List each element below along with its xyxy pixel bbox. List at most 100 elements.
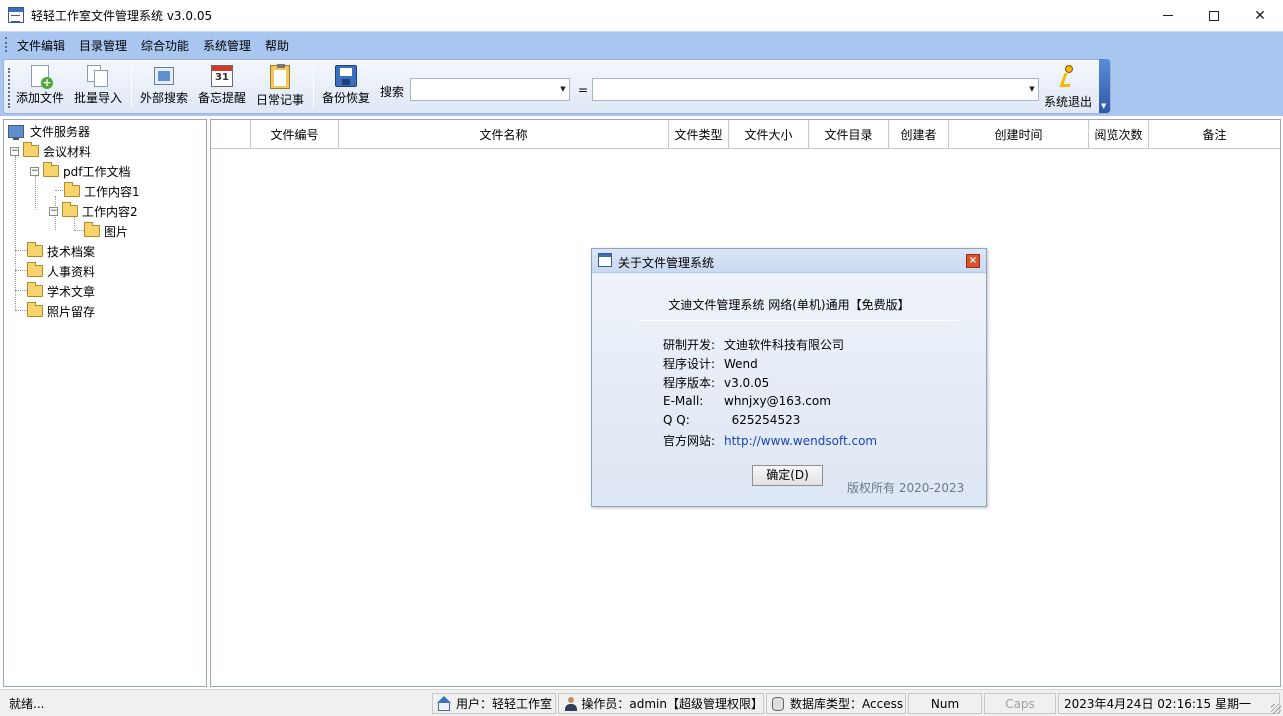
dialog-close-button[interactable]: × (966, 254, 980, 268)
daily-notes-button[interactable]: 日常记事 (253, 63, 307, 111)
folder-icon (23, 142, 39, 157)
column-header-file-name[interactable]: 文件名称 (339, 120, 669, 149)
dialog-app-icon (598, 253, 612, 267)
tree-item[interactable]: 工作内容1 (64, 182, 140, 200)
status-num-lock: Num (908, 693, 982, 714)
database-icon (772, 696, 784, 711)
search-value-input[interactable]: ▼ (592, 78, 1039, 101)
title-bar: 轻轻工作室文件管理系统 v3.0.05 ✕ (0, 0, 1283, 31)
about-dialog: 关于文件管理系统 × 文迪文件管理系统 网络(单机)通用【免费版】 研制开发: 文… (591, 248, 987, 507)
toolbar-separator (313, 66, 314, 108)
tree-item[interactable]: 照片留存 (27, 302, 95, 320)
status-operator: 操作员：admin【超级管理权限】 (558, 693, 764, 714)
home-icon (437, 695, 451, 711)
collapse-icon[interactable]: − (49, 206, 58, 216)
ok-button[interactable]: 确定(D) (752, 465, 823, 486)
collapse-icon[interactable]: − (30, 166, 39, 176)
menu-directory[interactable]: 目录管理 (79, 37, 127, 54)
resize-grip[interactable] (1271, 704, 1281, 714)
column-header-selector[interactable] (211, 120, 251, 149)
tree-item[interactable]: 学术文章 (27, 282, 95, 300)
status-user: 用户：轻轻工作室 (432, 693, 556, 714)
dialog-heading: 文迪文件管理系统 网络(单机)通用【免费版】 (668, 298, 910, 312)
menu-grip[interactable] (5, 37, 8, 52)
info-developer: 研制开发: 文迪软件科技有限公司 (663, 338, 845, 352)
tree-item[interactable]: − pdf工作文档 (30, 162, 130, 180)
menu-file-edit[interactable]: 文件编辑 (17, 37, 65, 54)
folder-icon (62, 202, 78, 217)
folder-icon (43, 162, 59, 177)
batch-import-button[interactable]: 批量导入 (71, 63, 125, 111)
minimize-button[interactable] (1145, 0, 1191, 31)
calendar-icon: 31 (211, 65, 233, 87)
memo-reminder-button[interactable]: 31 备忘提醒 (195, 63, 249, 111)
dialog-title-bar[interactable]: 关于文件管理系统 × (592, 249, 986, 273)
tree-item[interactable]: − 工作内容2 (49, 202, 138, 220)
external-search-button[interactable]: 外部搜索 (137, 63, 191, 111)
overflow-arrow-icon: ▼ (1101, 102, 1107, 110)
column-header-file-size[interactable]: 文件大小 (729, 120, 809, 149)
monitor-icon (8, 124, 24, 140)
folder-icon (84, 222, 100, 237)
copyright-text: 版权所有 2020-2023 (847, 481, 965, 495)
dialog-body: 文迪文件管理系统 网络(单机)通用【免费版】 研制开发: 文迪软件科技有限公司 程… (592, 274, 986, 506)
toolbar: + 添加文件 批量导入 外部搜索 31 备忘提醒 日常记事 备份恢复 搜索 ▼ (3, 59, 1111, 114)
clipboard-icon (270, 64, 290, 89)
backup-restore-button[interactable]: 备份恢复 (319, 63, 373, 111)
status-ready: 就绪... (3, 693, 430, 714)
website-link[interactable]: http://www.wendsoft.com (724, 434, 877, 448)
toolbar-overflow-button[interactable]: ▼ (1099, 59, 1110, 113)
folder-icon (27, 302, 43, 317)
divider (638, 320, 958, 321)
tree-item[interactable]: 技术档案 (27, 242, 95, 260)
column-header-file-directory[interactable]: 文件目录 (809, 120, 889, 149)
column-header-view-count[interactable]: 阅览次数 (1089, 120, 1149, 149)
running-man-icon (1056, 65, 1080, 91)
toolbar-grip[interactable] (8, 68, 11, 108)
tree-item-root[interactable]: 文件服务器 (8, 122, 90, 140)
system-exit-button[interactable]: 系统退出 (1040, 63, 1096, 111)
close-button[interactable]: ✕ (1237, 0, 1283, 31)
add-file-icon: + (31, 65, 53, 89)
user-icon (564, 696, 577, 711)
info-designer: 程序设计: Wend (663, 357, 758, 371)
dropdown-arrow-icon[interactable]: ▼ (557, 79, 569, 100)
tree-item[interactable]: 人事资料 (27, 262, 95, 280)
menu-functions[interactable]: 综合功能 (141, 37, 189, 54)
tree-item[interactable]: 图片 (84, 222, 128, 240)
column-header-notes[interactable]: 备注 (1149, 120, 1280, 149)
column-header-file-type[interactable]: 文件类型 (669, 120, 729, 149)
dialog-title: 关于文件管理系统 (618, 256, 715, 270)
info-qq: Q Q: 625254523 (663, 413, 801, 427)
tree-item[interactable]: − 会议材料 (10, 142, 91, 160)
status-bar: 就绪... 用户：轻轻工作室 操作员：admin【超级管理权限】 数据库类型：A… (0, 689, 1283, 716)
status-datetime: 2023年4月24日 02:16:15 星期一 (1058, 693, 1280, 714)
maximize-icon (1209, 10, 1219, 21)
search-field-select[interactable]: ▼ (410, 78, 570, 101)
floppy-disk-icon (335, 65, 357, 87)
toolbar-area: + 添加文件 批量导入 外部搜索 31 备忘提醒 日常记事 备份恢复 搜索 ▼ (0, 56, 1283, 116)
window-title: 轻轻工作室文件管理系统 v3.0.05 (31, 9, 213, 23)
column-header-file-number[interactable]: 文件编号 (251, 120, 339, 149)
menu-help[interactable]: 帮助 (265, 37, 289, 54)
external-search-icon (153, 65, 175, 87)
add-file-button[interactable]: + 添加文件 (13, 63, 67, 111)
menu-system[interactable]: 系统管理 (203, 37, 251, 54)
column-header-creator[interactable]: 创建者 (889, 120, 949, 149)
status-database: 数据库类型：Access (766, 693, 906, 714)
equals-label: = (578, 83, 589, 97)
maximize-button[interactable] (1191, 0, 1237, 31)
directory-tree[interactable]: 文件服务器 − 会议材料 − pdf工作文档 工作内容1 − 工作内容2 图片 … (3, 119, 207, 687)
search-label: 搜索 (380, 85, 405, 99)
info-email: E-Mall: whnjxy@163.com (663, 394, 831, 408)
info-website: 官方网站: http://www.wendsoft.com (663, 434, 878, 448)
close-icon: ✕ (1254, 7, 1266, 24)
info-version: 程序版本: v3.0.05 (663, 376, 770, 390)
grid-header: 文件编号 文件名称 文件类型 文件大小 文件目录 创建者 创建时间 阅览次数 备… (211, 120, 1280, 149)
collapse-icon[interactable]: − (10, 146, 19, 156)
menu-bar: 文件编辑 目录管理 综合功能 系统管理 帮助 (0, 31, 1283, 56)
batch-import-icon (87, 65, 109, 87)
dropdown-arrow-icon[interactable]: ▼ (1026, 79, 1038, 100)
minimize-icon (1163, 15, 1173, 16)
column-header-created-time[interactable]: 创建时间 (949, 120, 1089, 149)
